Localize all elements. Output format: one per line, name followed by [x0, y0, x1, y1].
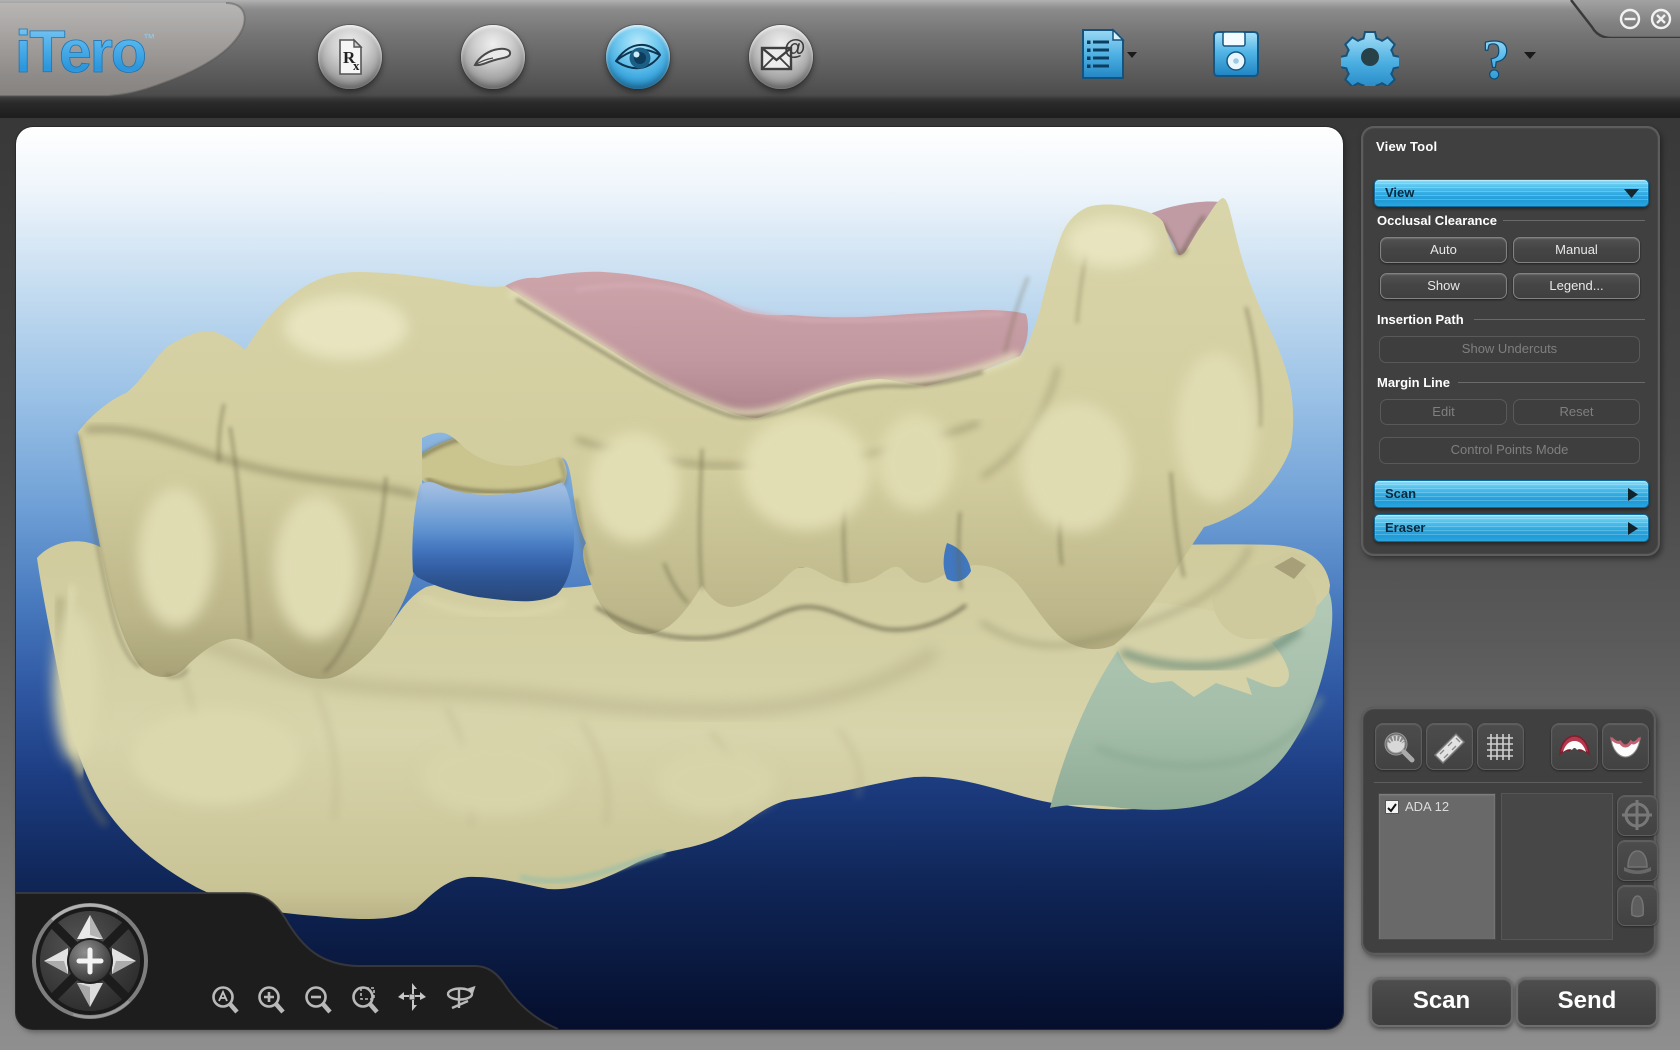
svg-text:iTero: iTero [15, 19, 145, 85]
svg-text:™: ™ [143, 31, 155, 45]
svg-text:x: x [353, 58, 360, 73]
svg-text:@: @ [784, 35, 805, 60]
svg-text:?: ? [1482, 29, 1510, 90]
